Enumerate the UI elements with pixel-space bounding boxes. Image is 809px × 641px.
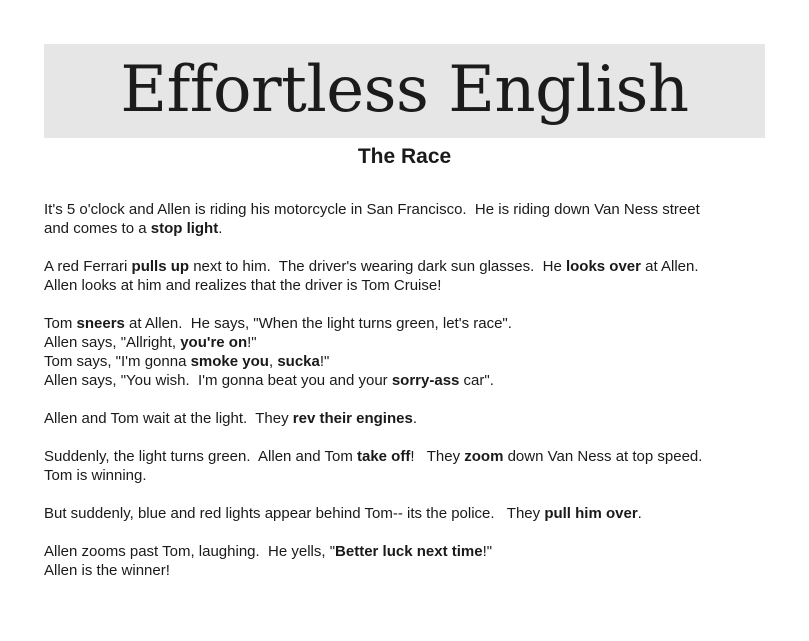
story-text: But suddenly, blue and red lights appear…: [44, 505, 545, 522]
story-body: It's 5 o'clock and Allen is riding his m…: [44, 200, 774, 599]
story-line: Allen zooms past Tom, laughing. He yells…: [44, 542, 774, 561]
story-paragraph: Tom sneers at Allen. He says, "When the …: [44, 314, 774, 390]
vocabulary-phrase: sorry-ass: [391, 372, 460, 389]
story-text: Allen and Tom wait at the light. They: [44, 410, 293, 427]
story-text: Allen zooms past Tom, laughing. He yells…: [44, 543, 336, 560]
story-paragraph: But suddenly, blue and red lights appear…: [44, 504, 774, 523]
story-line: Allen says, "You wish. I'm gonna beat yo…: [44, 371, 774, 390]
story-text: car".: [459, 372, 494, 389]
story-text: .: [412, 410, 417, 427]
story-paragraph: Suddenly, the light turns green. Allen a…: [44, 447, 774, 485]
vocabulary-phrase: zoom: [464, 448, 504, 465]
story-text: !": [482, 543, 493, 560]
story-text: !": [247, 334, 257, 351]
story-text: Allen says, "You wish. I'm gonna beat yo…: [44, 372, 392, 389]
story-text: at Allen. He says, "When the light turns…: [124, 315, 512, 332]
story-paragraph: It's 5 o'clock and Allen is riding his m…: [44, 200, 774, 238]
story-paragraph: A red Ferrari pulls up next to him. The …: [44, 257, 774, 295]
story-text: Tom says, "I'm gonna: [44, 353, 191, 370]
story-text: at Allen.: [640, 258, 699, 275]
vocabulary-phrase: smoke you: [190, 353, 269, 370]
story-text: and comes to a: [44, 220, 151, 237]
vocabulary-phrase: stop light: [150, 220, 219, 237]
story-title: The Race: [357, 145, 452, 168]
story-text: .: [637, 505, 642, 522]
vocabulary-phrase: Better luck next time: [335, 543, 483, 560]
vocabulary-phrase: sneers: [76, 315, 125, 332]
vocabulary-phrase: sucka: [277, 353, 320, 370]
story-text: Allen says, "Allright,: [44, 334, 181, 351]
story-line: Allen looks at him and realizes that the…: [44, 276, 774, 295]
story-line: It's 5 o'clock and Allen is riding his m…: [44, 200, 774, 219]
story-text: A red Ferrari: [44, 258, 132, 275]
story-text: down Van Ness at top speed.: [503, 448, 703, 465]
vocabulary-phrase: rev their engines: [292, 410, 413, 427]
story-text: Allen is the winner!: [44, 562, 170, 579]
story-text: ! They: [410, 448, 465, 465]
story-line: But suddenly, blue and red lights appear…: [44, 504, 774, 523]
story-text: Tom is winning.: [44, 467, 147, 484]
header-banner: Effortless English: [44, 44, 765, 138]
story-line: Allen says, "Allright, you're on!": [44, 333, 774, 352]
story-text: Suddenly, the light turns green. Allen a…: [44, 448, 357, 465]
vocabulary-phrase: pulls up: [131, 258, 190, 275]
vocabulary-phrase: take off: [356, 448, 411, 465]
story-line: Tom says, "I'm gonna smoke you, sucka!": [44, 352, 774, 371]
story-text: Tom: [44, 315, 77, 332]
story-line: Tom is winning.: [44, 466, 774, 485]
story-line: and comes to a stop light.: [44, 219, 774, 238]
story-paragraph: Allen zooms past Tom, laughing. He yells…: [44, 542, 774, 580]
vocabulary-phrase: you're on: [180, 334, 248, 351]
banner-title: Effortless English: [120, 53, 689, 127]
story-line: A red Ferrari pulls up next to him. The …: [44, 257, 774, 276]
vocabulary-phrase: pull him over: [544, 505, 638, 522]
story-text: next to him. The driver's wearing dark s…: [189, 258, 566, 275]
story-line: Tom sneers at Allen. He says, "When the …: [44, 314, 774, 333]
story-text: .: [218, 220, 223, 237]
story-text: !": [319, 353, 330, 370]
story-text: It's 5 o'clock and Allen is riding his m…: [44, 201, 700, 218]
vocabulary-phrase: looks over: [565, 258, 641, 275]
story-line: Allen is the winner!: [44, 561, 774, 580]
story-paragraph: Allen and Tom wait at the light. They re…: [44, 409, 774, 428]
story-line: Suddenly, the light turns green. Allen a…: [44, 447, 774, 466]
story-text: Allen looks at him and realizes that the…: [44, 277, 442, 294]
story-line: Allen and Tom wait at the light. They re…: [44, 409, 774, 428]
